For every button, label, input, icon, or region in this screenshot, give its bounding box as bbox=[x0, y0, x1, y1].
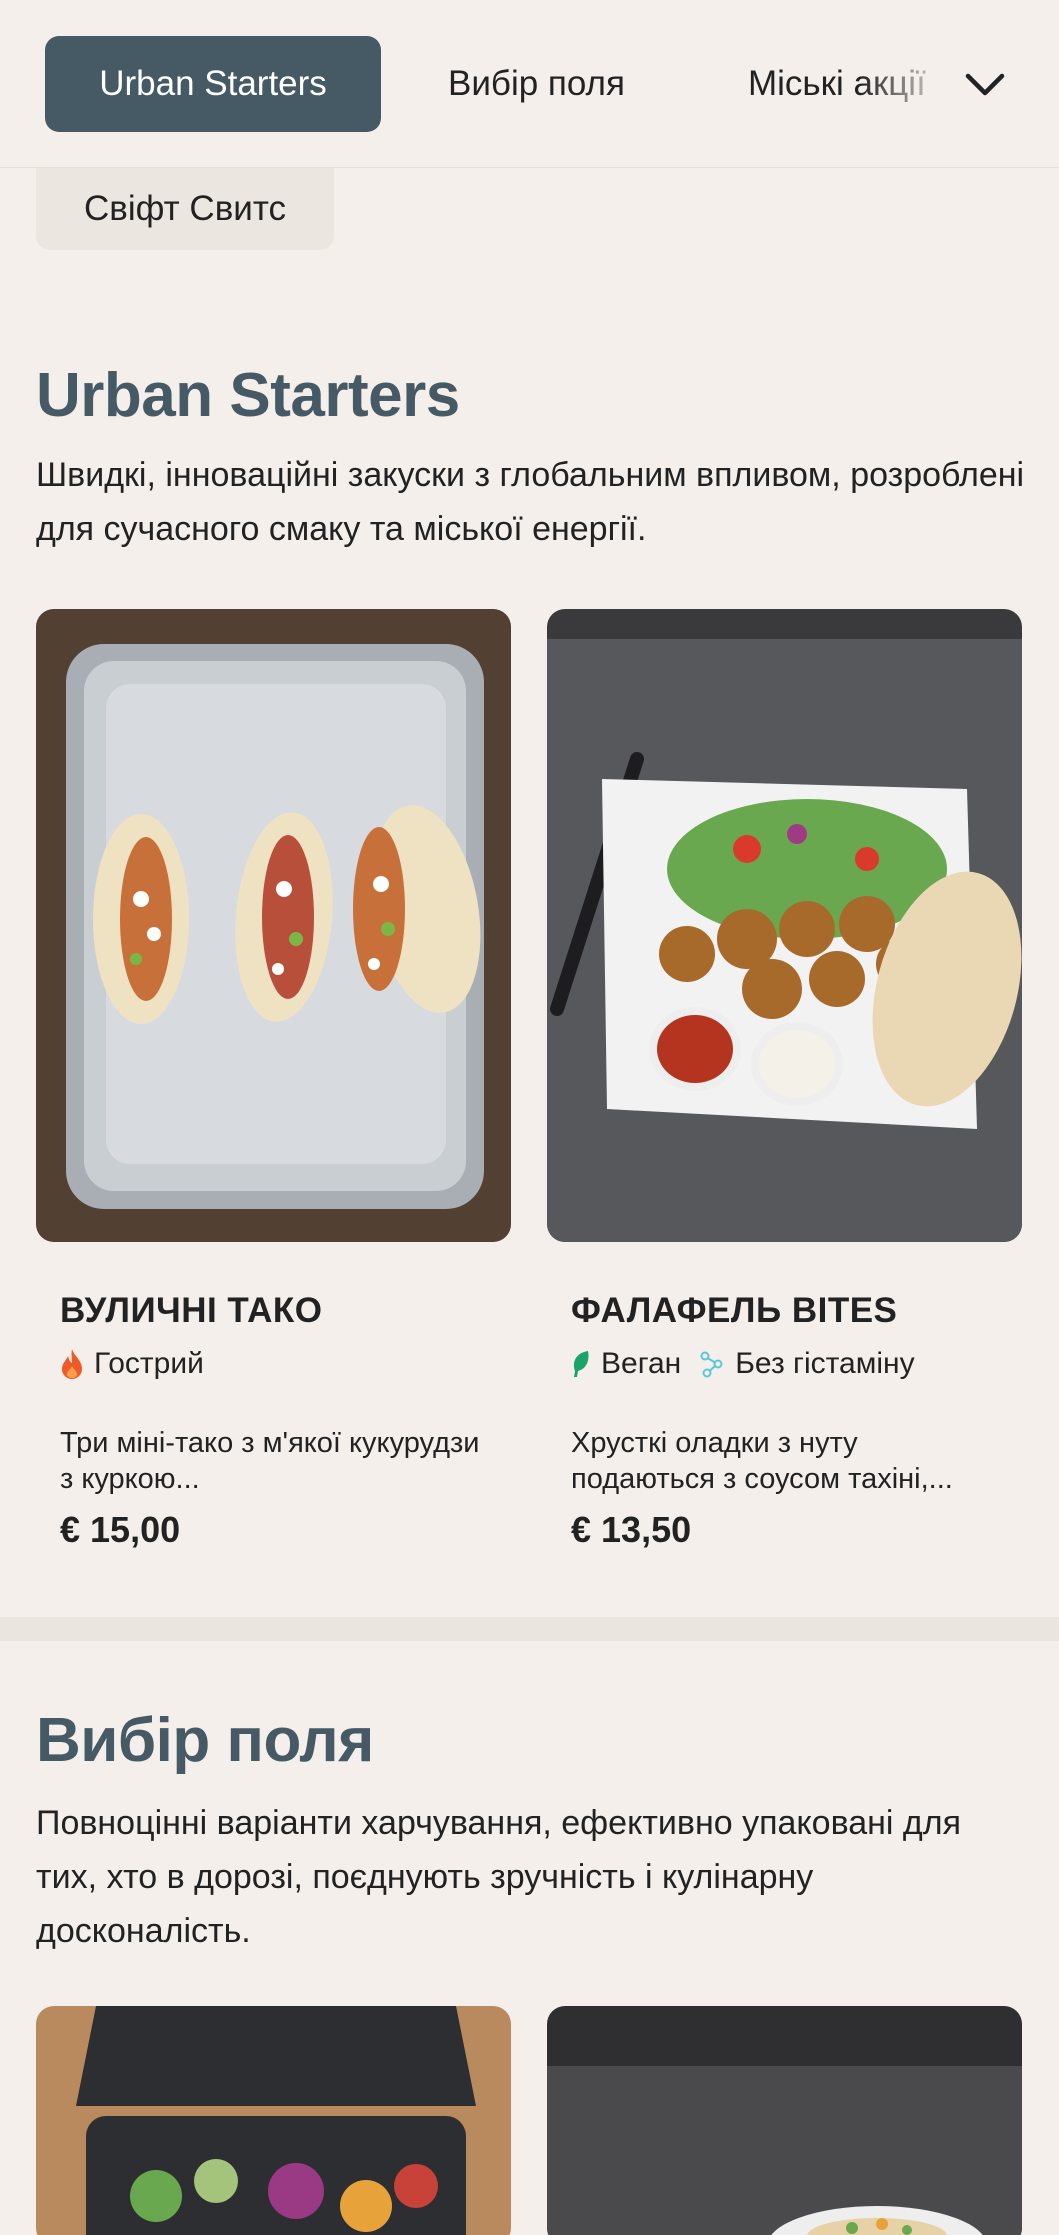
molecule-icon bbox=[700, 1351, 723, 1378]
item-price: € 15,00 bbox=[60, 1509, 181, 1550]
section-description: Швидкі, інноваційні закуски з глобальним… bbox=[36, 456, 1025, 548]
wrap-image bbox=[547, 2006, 1022, 2235]
item-name: ВУЛИЧНІ ТАКО bbox=[60, 1291, 323, 1330]
menu-item-card[interactable]: ВУЛИЧНІ ТАКО Гострий Три міні-тако з м'я… bbox=[36, 609, 511, 1569]
tag-label: Без гістаміну bbox=[735, 1347, 915, 1380]
bowl-image bbox=[36, 2006, 511, 2235]
falafel-image bbox=[547, 609, 1022, 1242]
chevron-down-icon[interactable] bbox=[960, 60, 1010, 108]
nav-fade bbox=[860, 30, 970, 140]
tab-urban-starters[interactable]: Urban Starters bbox=[45, 36, 381, 132]
flame-icon bbox=[62, 1349, 82, 1379]
tab-swift-sweets[interactable]: Свіфт Свитс bbox=[36, 168, 334, 250]
item-description: Три міні-тако з м'якої кукурудзи з курко… bbox=[60, 1427, 480, 1495]
menu-item-card[interactable] bbox=[547, 2006, 1022, 2235]
tag-label: Гострий bbox=[94, 1347, 204, 1380]
tacos-image bbox=[36, 609, 511, 1242]
menu-item-card[interactable]: ФАЛАФЕЛЬ BITES Веган Без гістаміну Хруст… bbox=[547, 609, 1022, 1569]
tag-vegan: Веган bbox=[571, 1347, 681, 1381]
tag-histamine-free: Без гістаміну bbox=[699, 1347, 915, 1381]
section-divider bbox=[0, 1617, 1059, 1641]
item-name: ФАЛАФЕЛЬ BITES bbox=[571, 1291, 898, 1330]
leaf-icon bbox=[573, 1351, 589, 1377]
menu-item-card[interactable] bbox=[36, 2006, 511, 2235]
section-description: Повноцінні варіанти харчування, ефективн… bbox=[36, 1804, 962, 1950]
category-nav: Urban Starters Вибір поля Міські акції bbox=[0, 0, 1059, 168]
tag-label: Веган bbox=[601, 1347, 682, 1380]
section-title: Urban Starters bbox=[36, 361, 460, 430]
item-tags: Веган Без гістаміну bbox=[571, 1347, 933, 1381]
item-tags: Гострий bbox=[60, 1347, 222, 1381]
item-description: Хрусткі оладки з нуту подаються з соусом… bbox=[571, 1427, 953, 1495]
item-price: € 13,50 bbox=[571, 1509, 692, 1550]
section-title: Вибір поля bbox=[36, 1706, 374, 1775]
tab-field-choice[interactable]: Вибір поля bbox=[448, 36, 625, 132]
tag-spicy: Гострий bbox=[60, 1347, 204, 1381]
